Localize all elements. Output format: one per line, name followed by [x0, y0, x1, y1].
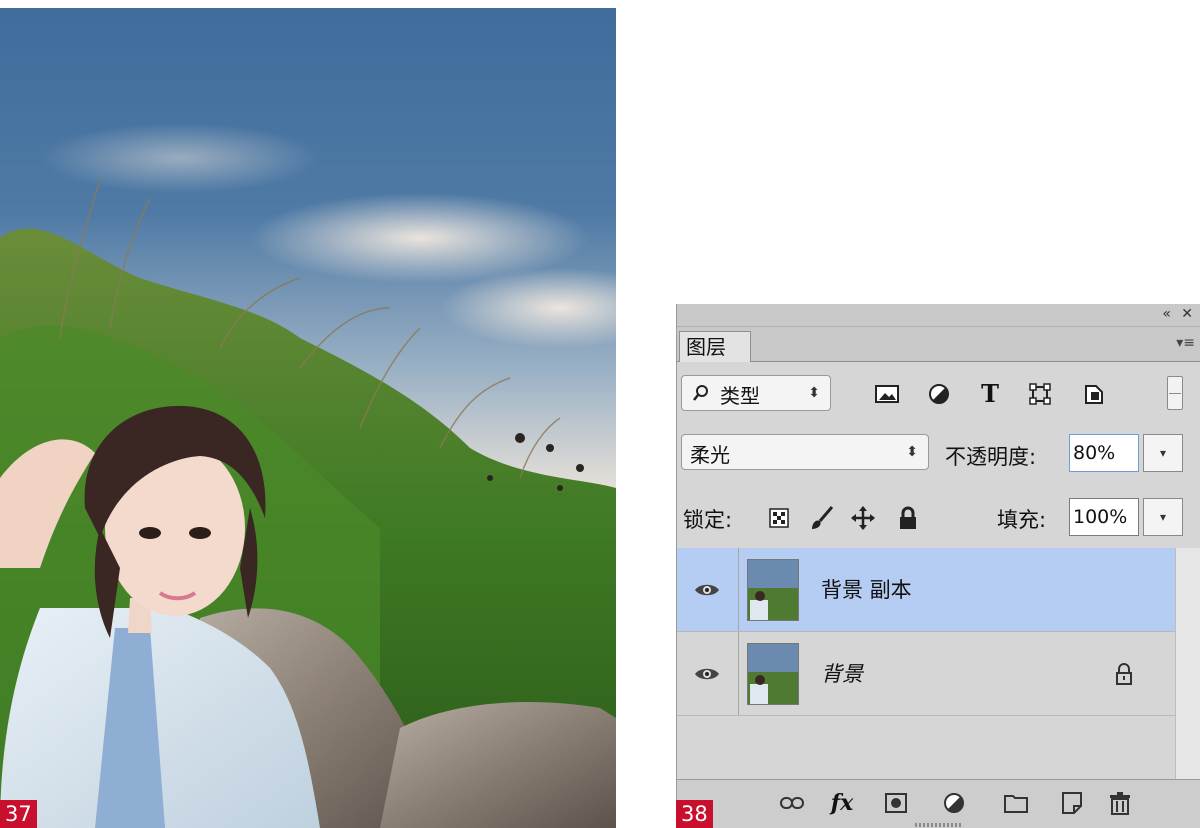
delete-icon[interactable] [1105, 788, 1135, 818]
lock-icon [1113, 662, 1135, 686]
double-chevron-left-icon[interactable]: « [1162, 306, 1171, 322]
lock-row: 锁定: 填充: 100% ▾ [677, 496, 1200, 542]
layer-row-background[interactable]: 背景 [677, 632, 1175, 716]
layer-name[interactable]: 背景 副本 [821, 574, 912, 604]
photo-illustration [0, 8, 616, 828]
edited-photo: 37 [0, 8, 616, 828]
eye-icon[interactable] [693, 664, 721, 684]
opacity-label: 不透明度: [945, 445, 1037, 469]
figure-number-37: 37 [0, 800, 37, 828]
visibility-cell[interactable] [677, 632, 739, 715]
panel-title-bar: « ✕ [677, 304, 1200, 327]
lock-image-pixels-icon[interactable] [807, 504, 835, 532]
lock-label: 锁定: [683, 508, 733, 532]
layer-name[interactable]: 背景 [821, 658, 863, 688]
filter-kind-select[interactable]: 类型 ⬍ [681, 375, 831, 411]
blend-mode-select[interactable]: 柔光 ⬍ [681, 434, 929, 470]
layers-panel: « ✕ 图层 ▾≡ 类型 ⬍ T 柔光 ⬍ 不透明度: 80% ▾ 锁定: 填充… [676, 304, 1200, 828]
adjustment-layer-filter-icon[interactable] [926, 382, 952, 406]
adjustment-layer-icon[interactable] [939, 788, 969, 818]
fill-label: 填充: [997, 508, 1047, 532]
panel-menu-icon[interactable]: ▾≡ [1176, 335, 1195, 351]
filter-kind-label: 类型 [720, 384, 760, 408]
layer-thumbnail [747, 643, 799, 705]
fx-icon[interactable]: fx [827, 788, 857, 818]
type-layer-filter-icon[interactable]: T [977, 378, 1003, 408]
fill-dropdown-button[interactable]: ▾ [1143, 498, 1183, 536]
layer-row-background-copy[interactable]: 背景 副本 [677, 548, 1175, 632]
tab-layers[interactable]: 图层 [679, 331, 751, 362]
resize-grip[interactable] [915, 823, 961, 827]
layers-list: 背景 副本 背景 [677, 548, 1175, 779]
blend-row: 柔光 ⬍ 不透明度: 80% ▾ [677, 428, 1200, 476]
close-icon[interactable]: ✕ [1181, 306, 1193, 322]
opacity-input[interactable]: 80% [1069, 434, 1139, 472]
panel-footer: fx [677, 779, 1200, 828]
lock-position-icon[interactable] [849, 504, 877, 532]
filter-row: 类型 ⬍ T [677, 370, 1200, 416]
search-icon [690, 382, 712, 404]
link-layers-icon[interactable] [777, 788, 807, 818]
chevron-updown-icon: ⬍ [808, 385, 820, 401]
lock-all-icon[interactable] [895, 504, 921, 532]
opacity-dropdown-button[interactable]: ▾ [1143, 434, 1183, 472]
layers-scrollbar[interactable] [1175, 548, 1200, 779]
chevron-updown-icon: ⬍ [906, 444, 918, 460]
eye-icon[interactable] [693, 580, 721, 600]
blend-mode-value: 柔光 [690, 443, 730, 467]
filter-toggle-switch[interactable] [1167, 376, 1183, 410]
new-group-icon[interactable] [1001, 788, 1031, 818]
new-layer-icon[interactable] [1057, 788, 1087, 818]
panel-tab-row: 图层 ▾≡ [677, 327, 1200, 362]
layer-thumbnail [747, 559, 799, 621]
pixel-layer-filter-icon[interactable] [874, 382, 900, 406]
shape-layer-filter-icon[interactable] [1027, 382, 1053, 406]
add-mask-icon[interactable] [881, 788, 911, 818]
fill-input[interactable]: 100% [1069, 498, 1139, 536]
visibility-cell[interactable] [677, 548, 739, 631]
lock-transparent-pixels-icon[interactable] [767, 506, 791, 530]
figure-number-38: 38 [676, 800, 713, 828]
smart-object-filter-icon[interactable] [1081, 382, 1107, 406]
